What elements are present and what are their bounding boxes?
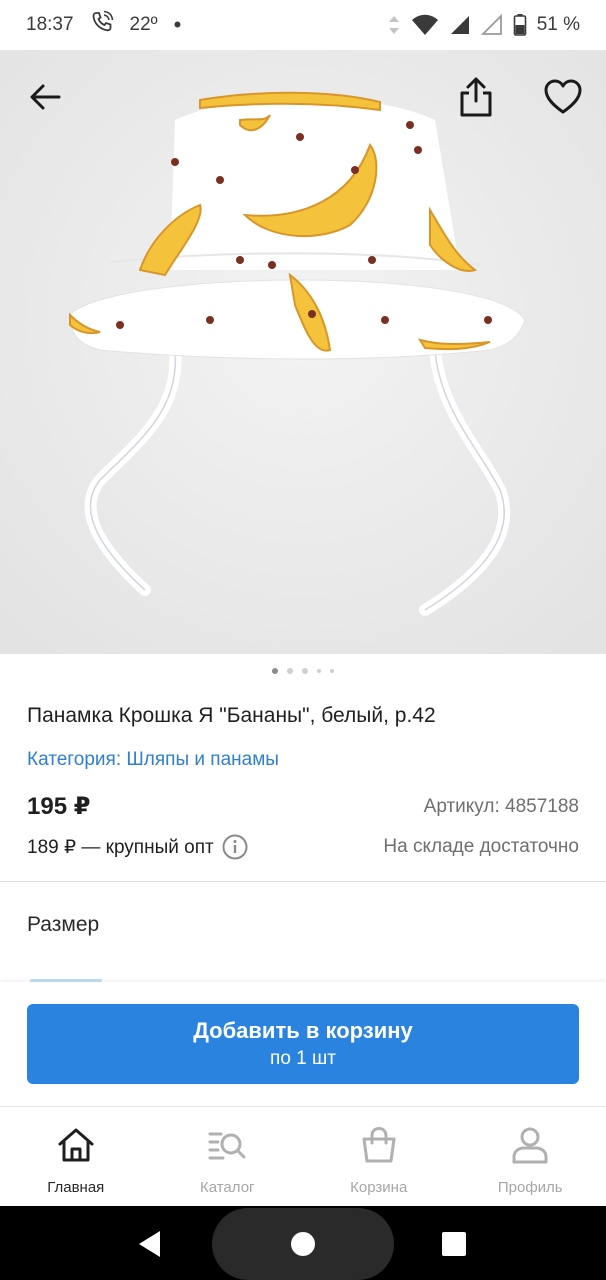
back-button[interactable] <box>20 72 70 122</box>
nav-label-cart: Корзина <box>350 1179 408 1196</box>
carousel-dot[interactable] <box>330 669 334 673</box>
system-back-button[interactable] <box>128 1224 172 1264</box>
status-time: 18:37 <box>26 14 74 35</box>
add-to-cart-bar: Добавить в корзину по 1 шт <box>0 979 606 1106</box>
status-bar: 18:37 22º • 51 % <box>0 0 606 50</box>
system-navigation-bar <box>0 1206 606 1280</box>
carousel-dot[interactable] <box>317 669 321 673</box>
nav-label-profile: Профиль <box>497 1179 563 1196</box>
system-home-button[interactable] <box>212 1208 394 1280</box>
carousel-dot[interactable] <box>302 668 308 674</box>
bottom-navigation: Главная Каталог Корзина Профиль <box>0 1106 606 1206</box>
product-image-carousel[interactable] <box>0 50 606 654</box>
carousel-dot[interactable] <box>287 668 293 674</box>
size-option-peek[interactable] <box>30 979 102 982</box>
phone-call-icon <box>90 10 114 40</box>
home-icon <box>56 1125 96 1165</box>
add-to-cart-quantity: по 1 шт <box>270 1048 336 1069</box>
product-price: 195 ₽ <box>27 793 91 820</box>
catalog-icon <box>207 1125 247 1165</box>
signal-empty-icon <box>480 14 503 36</box>
info-icon[interactable] <box>222 834 248 860</box>
favorite-button[interactable] <box>538 72 588 122</box>
square-recents-icon <box>442 1232 466 1256</box>
stock-status: На складе достаточно <box>383 836 579 857</box>
triangle-back-icon <box>139 1231 160 1257</box>
category-link[interactable]: Категория: Шляпы и панамы <box>27 749 279 771</box>
share-icon <box>460 77 492 117</box>
product-photo <box>0 50 606 654</box>
nav-item-cart[interactable]: Корзина <box>303 1107 455 1206</box>
heart-icon <box>544 79 582 114</box>
wholesale-price-row: 189 ₽ — крупный опт <box>27 834 248 860</box>
cart-icon <box>359 1125 399 1165</box>
wifi-icon <box>411 14 439 36</box>
system-recents-button[interactable] <box>432 1224 476 1264</box>
circle-home-icon <box>291 1232 315 1256</box>
nav-label-home: Главная <box>47 1179 105 1196</box>
arrow-left-icon <box>30 84 61 110</box>
divider <box>0 881 606 882</box>
add-to-cart-label: Добавить в корзину <box>193 1018 413 1043</box>
nav-item-home[interactable]: Главная <box>0 1107 152 1206</box>
add-to-cart-button[interactable]: Добавить в корзину по 1 шт <box>27 1004 579 1084</box>
wholesale-price: 189 ₽ — крупный опт <box>27 836 214 858</box>
profile-icon <box>510 1125 550 1165</box>
product-article: Артикул: 4857188 <box>423 796 579 817</box>
data-transfer-icon <box>387 14 401 36</box>
carousel-indicator <box>0 668 606 674</box>
signal-icon <box>449 14 471 36</box>
battery-percent: 51 % <box>536 14 580 35</box>
nav-item-catalog[interactable]: Каталог <box>152 1107 304 1206</box>
nav-item-profile[interactable]: Профиль <box>455 1107 606 1206</box>
product-title: Панамка Крошка Я "Бананы", белый, р.42 <box>27 704 436 727</box>
notification-dot-icon: • <box>173 12 182 37</box>
battery-icon <box>513 13 527 37</box>
size-section-title: Размер <box>27 913 100 936</box>
share-button[interactable] <box>451 72 501 122</box>
status-temperature: 22º <box>129 14 158 35</box>
nav-label-catalog: Каталог <box>199 1179 255 1196</box>
carousel-dot[interactable] <box>272 668 278 674</box>
